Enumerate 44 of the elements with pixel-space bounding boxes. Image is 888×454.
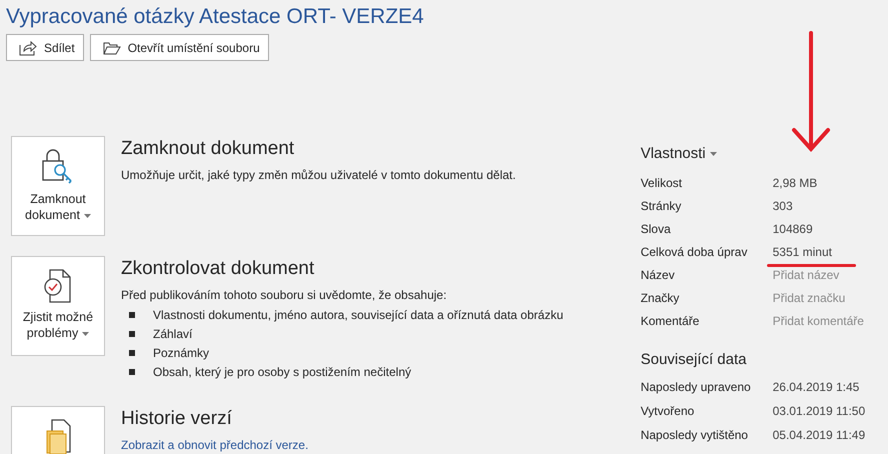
section-heading: Zamknout dokument [121,137,296,162]
related-value: 05.04.2019 11:49 [772,427,866,444]
properties-heading[interactable]: Vlastnosti [640,143,888,166]
bullet-icon [129,350,135,356]
related-value: 26.04.2019 1:45 [772,379,860,396]
property-label: Celková doba úprav [640,244,748,262]
property-value: 104869 [772,221,813,238]
related-value: 03.01.2019 11:50 [772,403,866,420]
related-label: Naposledy upraveno [640,379,752,396]
property-label: Stránky [640,198,682,216]
version-history-link[interactable]: Zobrazit a obnovit předchozí verze. [121,438,308,452]
caret-icon [82,332,90,336]
section-description: Umožňuje určit, jaké typy změn můžou uživatelé v tomto dokumentu dělat. [121,166,516,184]
caret-icon [710,152,717,156]
property-value: 5351 minut [772,243,832,262]
section-button[interactable]: Zjistit možné problémy [11,256,105,356]
bullet-icon [129,331,135,338]
property-label: Komentáře [640,313,700,330]
section-heading: Historie verzí [121,407,233,432]
document-check-icon [43,267,73,306]
section-button[interactable]: Zamknout dokument [11,136,105,236]
bullet-text: Záhlaví [153,326,192,343]
related-label: Vytvořeno [640,403,696,420]
action-button[interactable]: Otevřít umístění souboru [90,34,269,62]
property-label: Značky [640,290,680,308]
section-description: Před publikováním tohoto souboru si uvědomte, že obsahuje: [121,286,448,304]
folder-icon [102,40,121,55]
caret-icon [84,214,91,218]
document-title: Vypracované otázky Atestace ORT- VERZE4 [6,4,425,30]
property-label: Velikost [640,175,683,192]
related-label: Naposledy vytištěno [640,427,749,444]
bullet-text: Poznámky [153,344,210,362]
share-icon [19,40,37,56]
bullet-text: Obsah, který je pro osoby s postižením nečitelný [153,364,412,381]
bullet-text: Vlastnosti dokumentu, jméno autora, související data a oříznutá data obrázku [153,306,564,324]
bullet-icon [129,312,135,318]
property-label: Slova [640,221,672,238]
action-button[interactable]: Sdílet [6,34,84,62]
section-heading: Zkontrolovat dokument [121,257,316,282]
bullet-icon [129,369,135,376]
property-value: 303 [772,198,793,216]
property-label: Název [640,267,676,284]
related-data-heading: Související data [640,350,748,370]
property-value: 2,98 MB [772,175,818,192]
